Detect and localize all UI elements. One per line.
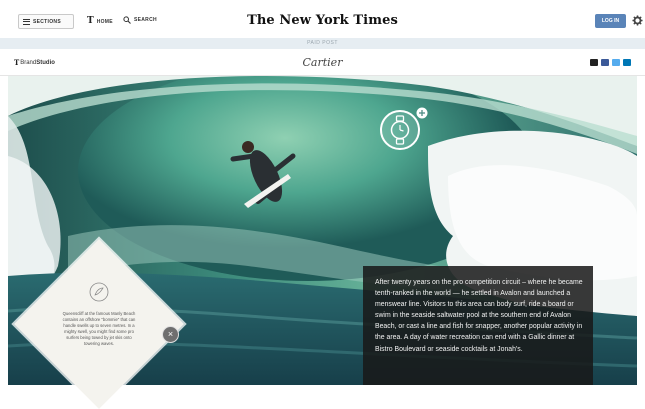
top-header: SECTIONS T HOME SEARCH The New York Time… — [0, 0, 645, 37]
twitter-icon[interactable] — [612, 59, 620, 66]
fact-text: Queenscliff at the famous Manly Beach co… — [62, 311, 136, 346]
gear-icon[interactable] — [632, 15, 643, 26]
mail-icon[interactable] — [590, 59, 598, 66]
brand-studio-bar: T Brand Studio Cartier — [0, 49, 645, 76]
surf-fact-icon — [89, 282, 109, 302]
caption-text: After twenty years on the pro competitio… — [375, 279, 583, 353]
login-button[interactable]: LOG IN — [595, 14, 626, 28]
paid-post-bar: PAID POST — [0, 38, 645, 49]
facebook-icon[interactable] — [601, 59, 609, 66]
linkedin-icon[interactable] — [623, 59, 631, 66]
sponsor-logo[interactable]: Cartier — [0, 56, 645, 69]
social-share-links — [590, 59, 631, 66]
story-caption-box: After twenty years on the pro competitio… — [363, 266, 593, 385]
close-button[interactable]: × — [162, 326, 179, 343]
fact-diamond-content: Queenscliff at the famous Manly Beach co… — [44, 274, 154, 347]
nyt-masthead[interactable]: The New York Times — [0, 13, 645, 28]
watch-icon[interactable] — [378, 104, 428, 154]
